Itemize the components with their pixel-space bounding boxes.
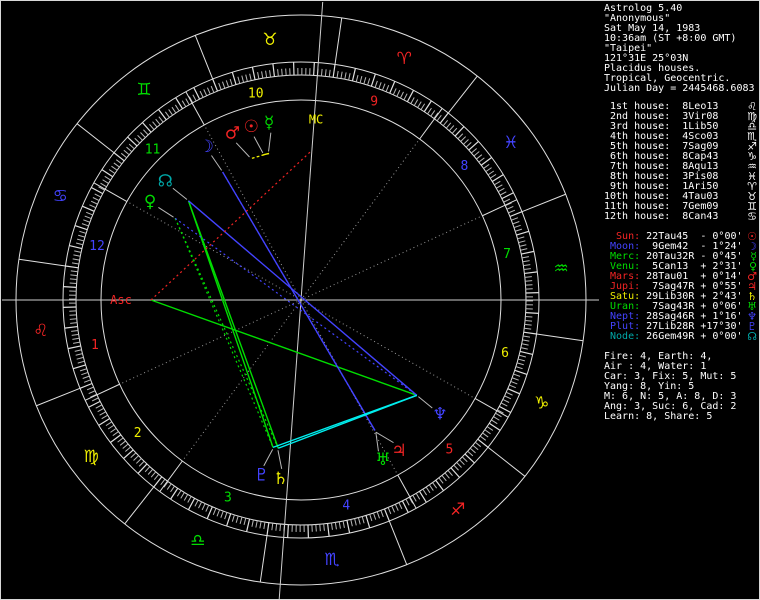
tally-learn-share: Learn: 8, Share: 5 xyxy=(604,411,713,422)
house-number-6: 6 xyxy=(501,346,509,361)
aspect-moon-uranus xyxy=(222,171,376,431)
aspect-node-pluto xyxy=(187,200,274,448)
wheel-planet-pluto: ♇ xyxy=(254,466,269,486)
wheel-planet-mars: ♂ xyxy=(225,124,240,144)
wheel-planet-jupiter: ♃ xyxy=(391,441,406,461)
sign-glyph-sagittarius: ♐ xyxy=(450,500,465,520)
zodiac-sign-icon: ♋ xyxy=(747,210,757,223)
house-number-5: 5 xyxy=(446,442,454,457)
aspect-asc-mc xyxy=(150,149,313,301)
house-number-9: 9 xyxy=(370,95,378,110)
wheel-planet-saturn: ♄ xyxy=(273,469,288,489)
planet-pointer-lines xyxy=(158,132,433,469)
daily-motion: + 0°00' xyxy=(700,331,743,342)
house-number-7: 7 xyxy=(503,247,511,262)
aspect-venus-pluto xyxy=(174,218,274,448)
house-number-10: 10 xyxy=(248,86,264,101)
planet-row-node: Node: 26Gem49R + 0°00' ☊ xyxy=(604,330,758,343)
house-number-1: 1 xyxy=(91,338,99,353)
aspect-node-saturn xyxy=(187,200,279,449)
label-asc: Asc xyxy=(110,293,132,307)
wheel-planet-neptune: ♆ xyxy=(432,404,447,424)
sign-glyph-taurus: ♉ xyxy=(262,30,277,50)
sign-glyph-leo: ♌ xyxy=(33,321,48,341)
sign-glyph-capricorn: ♑ xyxy=(534,393,549,413)
house-row-12: 12th house: 8Can43 ♋ xyxy=(604,210,758,223)
retrograde-flag: R xyxy=(688,331,701,342)
sign-glyph-pisces: ♓ xyxy=(503,133,518,153)
natal-chart-wheel: ♈♉♊♋♌♍♎♏♐♑♒♓123456789101112☉☽☿♀♂♃♄♅♆♇☊As… xyxy=(2,1,599,600)
aspect-pluto-neptune xyxy=(272,394,418,449)
wheel-planet-mercury: ☿ xyxy=(264,113,274,133)
aspect-asc-neptune xyxy=(150,299,418,396)
sign-glyph-scorpio: ♏ xyxy=(324,550,339,570)
sign-glyph-cancer: ♋ xyxy=(53,187,68,207)
house-number-11: 11 xyxy=(145,143,161,158)
aspect-moon-jupiter xyxy=(222,171,376,431)
angle-axes xyxy=(2,1,599,600)
label-mc: MC xyxy=(309,113,323,127)
planet-position: 26Gem49 xyxy=(646,331,689,342)
aspect-node-neptune xyxy=(188,200,418,396)
element-tally: Fire: 4, Earth: 4, Air : 4, Water: 1 Car… xyxy=(604,352,758,422)
sign-glyph-aries: ♈ xyxy=(397,49,412,69)
house-cusp-list: 1st house: 8Leo13 ♌ 2nd house: 3Vir08 ♍ 3r… xyxy=(604,101,758,223)
wheel-planet-moon: ☽ xyxy=(199,137,214,157)
house-number-4: 4 xyxy=(342,499,350,514)
house-number-12: 12 xyxy=(89,239,105,254)
aspect-lines xyxy=(150,149,418,449)
chart-header: Astrolog 5.40 "Anonymous" Sat May 14, 19… xyxy=(604,4,758,94)
info-panel: Astrolog 5.40 "Anonymous" Sat May 14, 19… xyxy=(604,4,758,422)
wheel-planet-sun: ☉ xyxy=(244,117,259,137)
wheel-planet-uranus: ♅ xyxy=(375,450,390,470)
house-number-8: 8 xyxy=(460,159,468,174)
planet-glyphs: ☉ ☽ ☿ ♀ ♂ ♃ ♄ ♅ ♆ ♇ ☊ xyxy=(144,113,448,489)
house-number-2: 2 xyxy=(134,426,142,441)
planet-icon: ☊ xyxy=(747,330,757,343)
aspect-venus-saturn xyxy=(174,218,279,449)
planet-position-list: Sun: 22Tau45 - 0°00' ☉ Moon: 9Gem42 - 1°2… xyxy=(604,231,758,343)
wheel-planet-node: ☊ xyxy=(158,172,173,192)
sign-glyph-aquarius: ♒ xyxy=(554,259,569,279)
wheel-planet-venus: ♀ xyxy=(144,192,156,212)
house-number-3: 3 xyxy=(224,490,232,505)
astrolog-window: ♈ ♉ ♊ ♋ ♌ ♍ ♎ ♏ ♐ ♑ ♒ ♓ 1 2 3 4 5 6 7 8 9 10 11 12 ☉ ☽ ☿ ♀ ♂ ♃ ♄ ♅ ♆ ♇ ☊ As… xyxy=(0,0,760,600)
planet-label: Node: xyxy=(604,331,647,342)
aspect-sun-mars xyxy=(250,154,264,160)
sign-glyph-gemini: ♊ xyxy=(136,80,151,100)
sign-glyph-libra: ♎ xyxy=(190,531,205,551)
house-cusp-text: 12th house: 8Can43 xyxy=(604,211,719,222)
julian-day: Julian Day = 2445468.6083 xyxy=(604,83,755,94)
sign-glyph-virgo: ♍ xyxy=(84,447,99,467)
